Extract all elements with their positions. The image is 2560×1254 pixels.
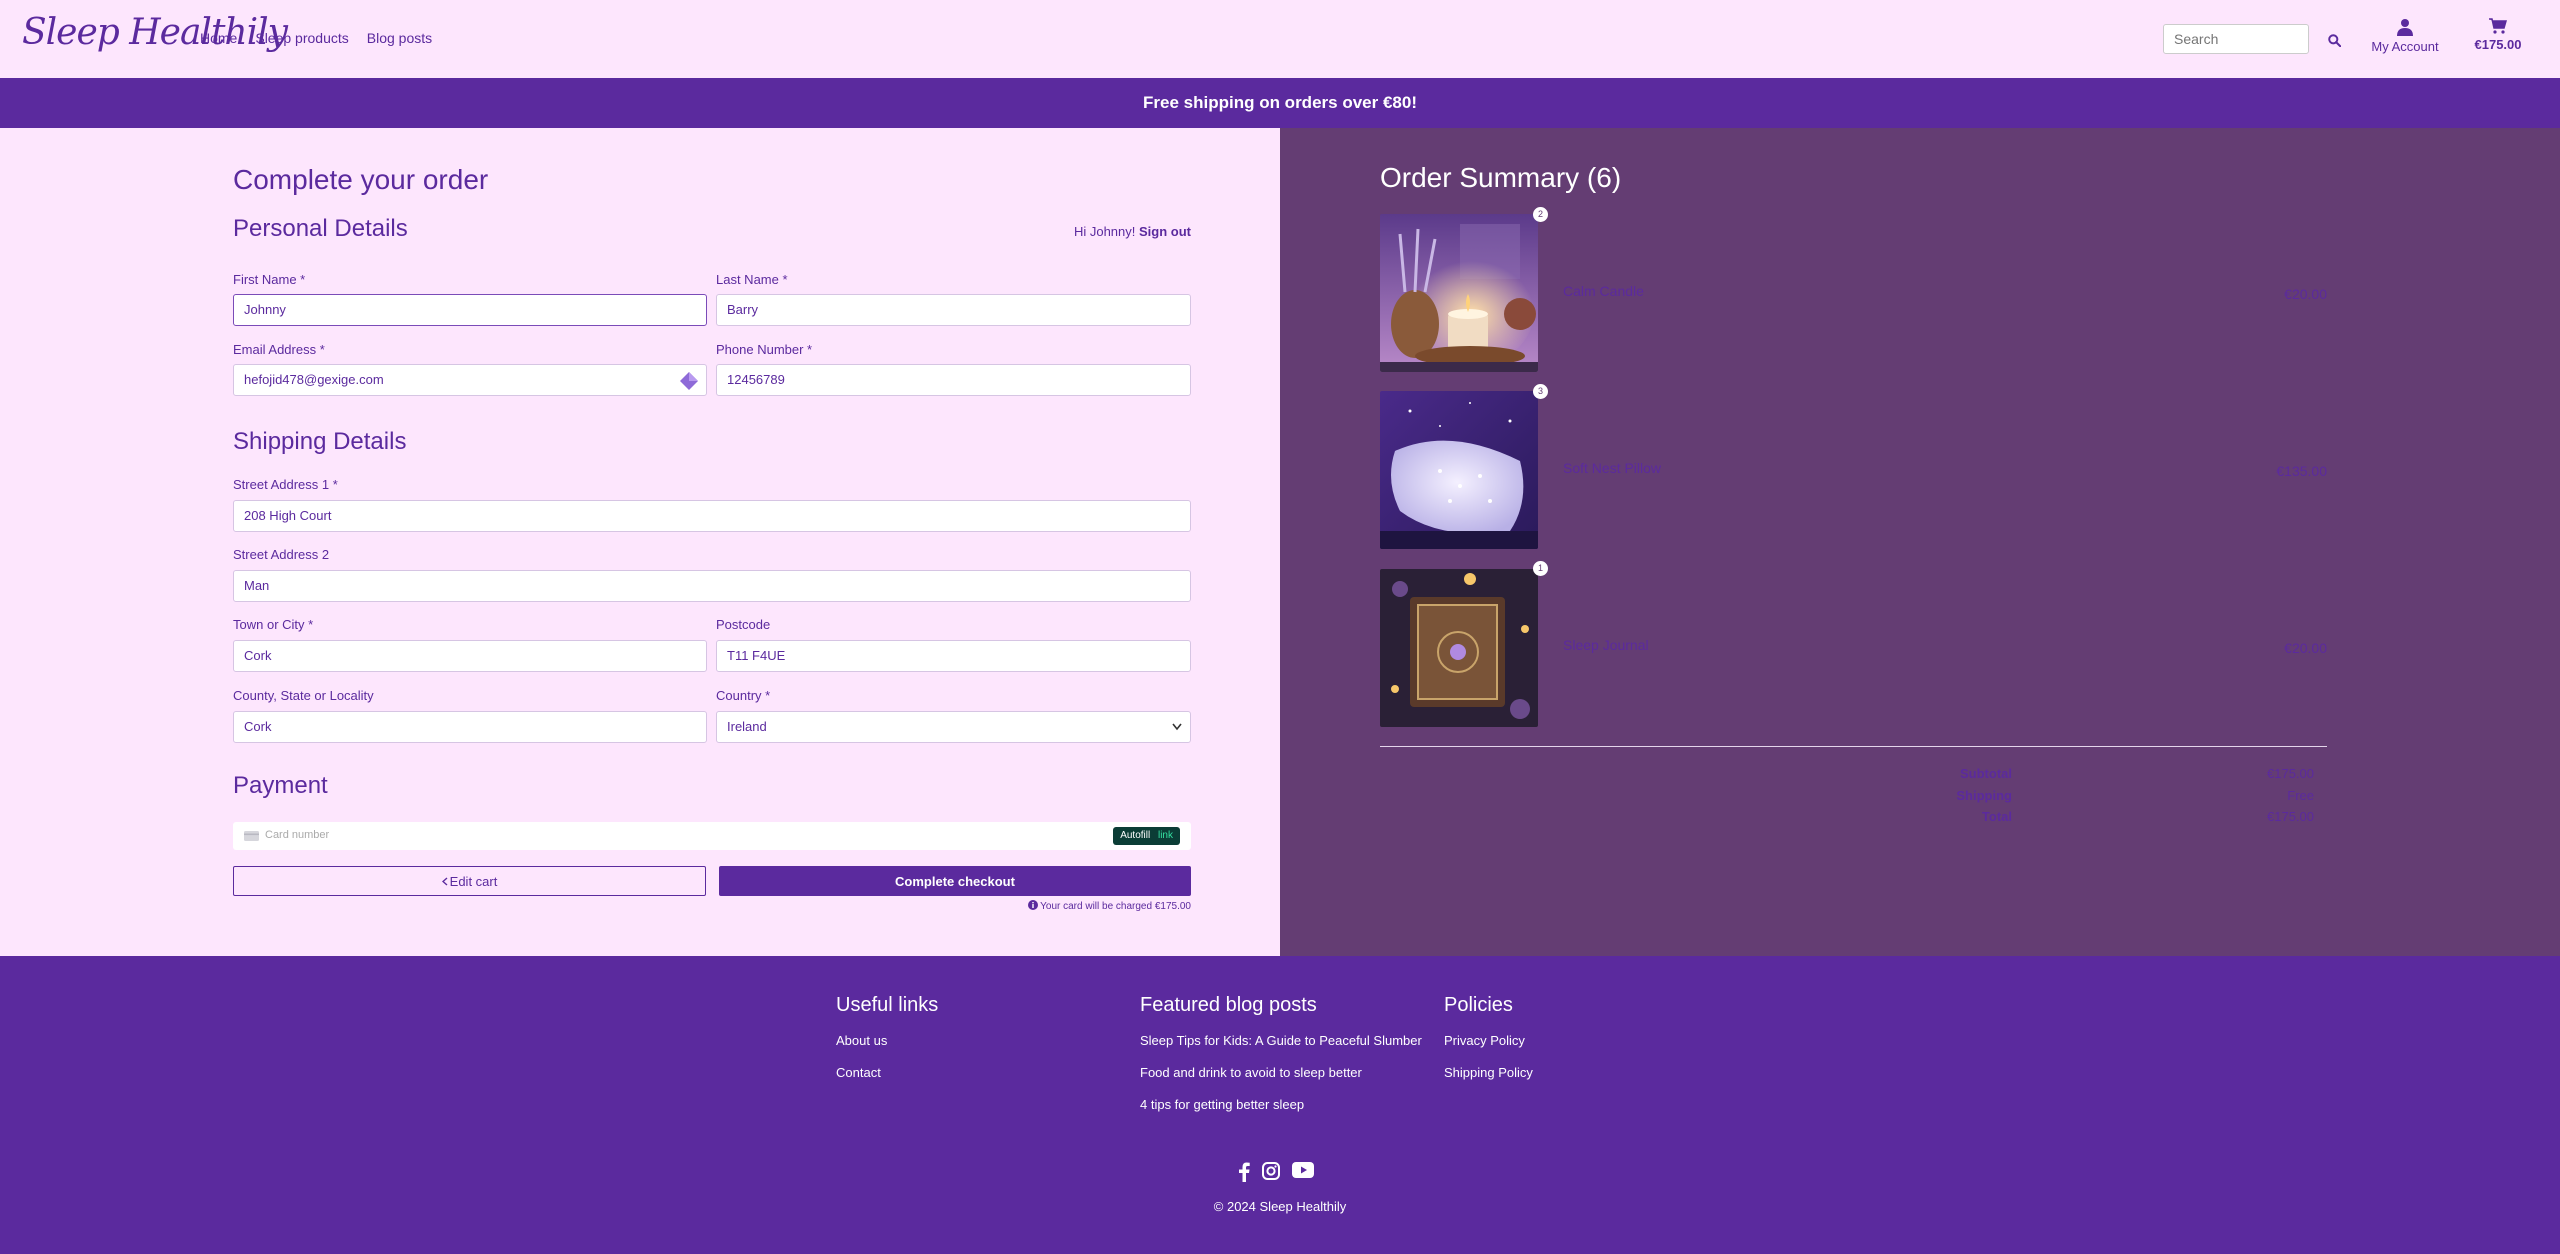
postcode-label: Postcode xyxy=(716,617,771,632)
cart-total: €175.00 xyxy=(2474,37,2522,52)
my-account-label: My Account xyxy=(2371,39,2439,54)
shipping-details-heading: Shipping Details xyxy=(233,428,407,455)
footer-link-contact[interactable]: Contact xyxy=(836,1065,881,1080)
footer-link-shipping-policy[interactable]: Shipping Policy xyxy=(1444,1065,1533,1080)
item-name: Sleep Journal xyxy=(1563,637,1649,653)
item-qty-badge: 1 xyxy=(1533,561,1548,576)
footer-blog-link[interactable]: 4 tips for getting better sleep xyxy=(1140,1097,1304,1112)
edit-cart-label: Edit cart xyxy=(449,873,498,889)
search-button[interactable] xyxy=(2322,28,2346,52)
chevron-left-icon xyxy=(441,876,448,886)
autofill-link-button[interactable]: Autofill link xyxy=(1113,827,1180,845)
useful-links-title: Useful links xyxy=(836,994,939,1016)
instagram-icon[interactable] xyxy=(1262,1162,1280,1180)
card-number-placeholder: Card number xyxy=(265,829,330,841)
item-qty-badge: 3 xyxy=(1533,384,1548,399)
shipping-banner: Free shipping on orders over €80! xyxy=(0,78,2560,128)
autofill-label: Autofill xyxy=(1120,830,1151,841)
item-name: Soft Nest Pillow xyxy=(1563,460,1662,476)
cart-link[interactable]: €175.00 xyxy=(2470,18,2526,52)
greeting-text: Hi Johnny! xyxy=(1073,224,1136,239)
subtotal-label: Subtotal xyxy=(1960,766,2012,781)
charge-note: Your card will be charged €175.00 xyxy=(900,900,1191,912)
phone-field[interactable]: 12456789 xyxy=(716,364,1191,396)
copyright: © 2024 Sleep Healthily xyxy=(1213,1199,1347,1214)
country-value: Ireland xyxy=(727,719,767,734)
item-qty-badge: 2 xyxy=(1533,207,1548,222)
item-price: €20.00 xyxy=(2284,640,2327,656)
email-label: Email Address * xyxy=(233,342,325,357)
card-number-field[interactable]: Card number Autofill link xyxy=(233,822,1191,850)
soft-nest-pillow-image xyxy=(1380,391,1538,549)
country-select[interactable]: Ireland xyxy=(716,711,1191,743)
town-field[interactable]: Cork xyxy=(233,640,707,672)
search-input[interactable] xyxy=(2163,24,2309,54)
order-summary-title: Order Summary (6) xyxy=(1380,162,1622,193)
last-name-field[interactable]: Barry xyxy=(716,294,1191,326)
phone-label: Phone Number * xyxy=(716,342,813,357)
county-label: County, State or Locality xyxy=(233,688,374,703)
nav-home[interactable]: Home xyxy=(200,30,237,46)
card-icon xyxy=(244,831,259,841)
street1-field[interactable]: 208 High Court xyxy=(233,500,1191,532)
greeting: Hi Johnny! Sign out xyxy=(1000,224,1191,239)
subtotal-value: €175.00 xyxy=(2267,766,2314,781)
facebook-icon[interactable] xyxy=(1238,1162,1250,1182)
item-price: €135.00 xyxy=(2276,463,2327,479)
charge-note-text: Your card will be charged €175.00 xyxy=(1040,901,1191,912)
youtube-icon[interactable] xyxy=(1292,1162,1314,1178)
footer-blog-link[interactable]: Sleep Tips for Kids: A Guide to Peaceful… xyxy=(1140,1033,1422,1048)
shipping-label: Shipping xyxy=(1956,788,2012,803)
email-field[interactable]: hefojid478@gexige.com xyxy=(233,364,707,396)
country-label: Country * xyxy=(716,688,771,703)
chevron-down-icon xyxy=(1172,723,1182,731)
item-name: Calm Candle xyxy=(1563,283,1644,299)
shipping-value: Free xyxy=(2287,788,2314,803)
main-nav: Home Sleep products Blog posts xyxy=(200,30,432,46)
item-price: €20.00 xyxy=(2284,286,2327,302)
postcode-field[interactable]: T11 F4UE xyxy=(716,640,1191,672)
social-links xyxy=(1238,1162,1314,1182)
password-manager-icon[interactable] xyxy=(679,371,699,391)
street2-label: Street Address 2 xyxy=(233,547,330,562)
user-icon xyxy=(2397,19,2413,36)
edit-cart-button[interactable]: Edit cart xyxy=(233,866,706,896)
nav-blog-posts[interactable]: Blog posts xyxy=(367,30,432,46)
total-label: Total xyxy=(1981,809,2012,824)
link-brand: link xyxy=(1157,830,1173,841)
town-label: Town or City * xyxy=(233,617,314,632)
my-account-link[interactable]: My Account xyxy=(2368,18,2442,54)
page-title: Complete your order xyxy=(233,164,489,195)
site-header: Sleep Healthily Home Sleep products Blog… xyxy=(0,0,2560,78)
street2-field[interactable]: Man xyxy=(233,570,1191,602)
footer-blog-link[interactable]: Food and drink to avoid to sleep better xyxy=(1140,1065,1362,1080)
calm-candle-image xyxy=(1380,214,1538,372)
sign-out-link[interactable]: Sign out xyxy=(1139,224,1191,239)
last-name-label: Last Name * xyxy=(716,272,788,287)
site-footer: Useful links About us Contact Featured b… xyxy=(0,956,2560,1254)
first-name-field[interactable]: Johnny xyxy=(233,294,707,326)
footer-link-about[interactable]: About us xyxy=(836,1033,887,1048)
email-value: hefojid478@gexige.com xyxy=(244,372,384,387)
first-name-label: First Name * xyxy=(233,272,306,287)
street1-label: Street Address 1 * xyxy=(233,477,338,492)
policies-title: Policies xyxy=(1444,994,1513,1016)
search-icon xyxy=(2327,33,2341,47)
cart-icon xyxy=(2489,18,2507,34)
nav-sleep-products[interactable]: Sleep products xyxy=(255,30,348,46)
payment-heading: Payment xyxy=(233,772,328,799)
footer-link-privacy-policy[interactable]: Privacy Policy xyxy=(1444,1033,1525,1048)
sleep-journal-image xyxy=(1380,569,1538,727)
complete-checkout-button[interactable]: Complete checkout xyxy=(719,866,1191,896)
personal-details-heading: Personal Details xyxy=(233,215,408,242)
info-icon xyxy=(1027,900,1038,910)
summary-divider xyxy=(1380,746,2327,747)
county-field[interactable]: Cork xyxy=(233,711,707,743)
featured-blog-posts-title: Featured blog posts xyxy=(1140,994,1317,1016)
total-value: €175.00 xyxy=(2267,809,2314,824)
